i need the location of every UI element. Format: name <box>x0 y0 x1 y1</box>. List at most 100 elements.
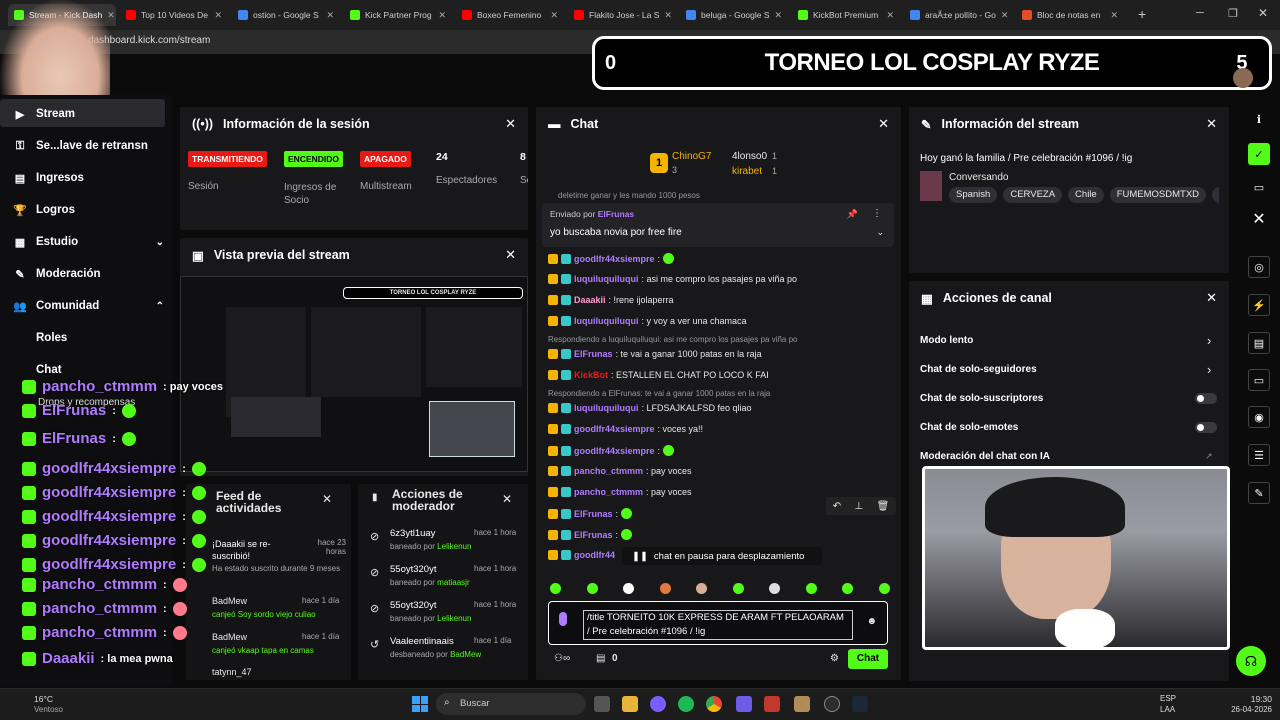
channel-action-label[interactable]: Chat de solo-suscriptores <box>920 393 1043 404</box>
chat-username[interactable]: goodlfr44 <box>574 550 615 560</box>
chat-message[interactable]: goodlfr44xsiempre: <box>548 253 675 264</box>
mod-target-user[interactable]: Vaaleentiinaais <box>390 636 454 647</box>
toggle-switch[interactable] <box>1195 422 1217 433</box>
close-icon[interactable]: ✕ <box>326 10 334 21</box>
sidebar-item-item-8[interactable]: Chat <box>36 360 186 380</box>
emote-icon[interactable] <box>769 583 781 594</box>
tag-chip[interactable]: CERVEZA <box>1003 187 1063 203</box>
close-window-button[interactable]: ✕ <box>1258 6 1268 20</box>
chat-username[interactable]: ElFrunas <box>574 509 613 519</box>
delete-icon[interactable]: 🗑 <box>877 501 890 512</box>
browser-tab[interactable]: KickBot Premium ✕ <box>792 4 900 26</box>
taskbar-search[interactable]: ⌕ Buscar <box>436 693 586 715</box>
chat-message[interactable]: pancho_ctmmm: pay voces <box>548 466 692 476</box>
info-icon[interactable]: ℹ <box>1248 108 1270 130</box>
mod-target-user[interactable]: 55oyt320yt <box>390 564 436 575</box>
channel-action-label[interactable]: Modo lento <box>920 335 973 346</box>
maximize-button[interactable]: ❐ <box>1228 7 1238 20</box>
chat-message[interactable]: ElFrunas: te vai a ganar 1000 patas en l… <box>548 349 762 359</box>
close-icon[interactable]: ✕ <box>664 10 672 21</box>
sidebar-item-studio[interactable]: ▦ Estudio ⌄ <box>14 232 164 252</box>
mod-target-user[interactable]: 55oyt320yt <box>390 600 436 611</box>
emote-icon[interactable] <box>878 583 890 594</box>
mod-action-by[interactable]: BadMew <box>450 650 481 659</box>
browser-tab[interactable]: Top 10 Videos De ✕ <box>120 4 228 26</box>
chat-message[interactable]: ElFrunas: <box>548 508 633 519</box>
language-indicator[interactable]: ESP <box>1160 694 1176 703</box>
chevron-right-icon[interactable]: › <box>1207 333 1211 348</box>
pin-icon[interactable]: ⊥ <box>854 501 863 512</box>
obs-icon[interactable] <box>824 696 840 712</box>
chevron-right-icon[interactable]: › <box>1207 362 1211 377</box>
external-link-icon[interactable]: ↗ <box>1205 451 1213 462</box>
close-icon[interactable]: ✕ <box>1206 290 1217 306</box>
chat-username[interactable]: KickBot <box>574 370 608 380</box>
mod-action-by[interactable]: Lelikenun <box>437 542 471 551</box>
close-icon[interactable]: ✕ <box>878 116 889 132</box>
app-icon[interactable] <box>736 696 752 712</box>
chat-username[interactable]: goodlfr44xsiempre <box>574 446 655 456</box>
sidebar-item-item-7[interactable]: Roles <box>36 328 186 348</box>
tag-chip[interactable]: Spanish <box>949 187 998 203</box>
tag-chip[interactable]: FUMEMOSDMTXD <box>1109 187 1207 203</box>
chat-username[interactable]: pancho_ctmmm <box>574 466 643 476</box>
chat-input-text[interactable]: /title TORNEITO 10K EXPRESS DE ARAM FT P… <box>583 610 853 640</box>
sidebar-item-trophy[interactable]: 🏆 Logros <box>13 200 164 220</box>
sidebar-item-stream[interactable]: ▶ Stream <box>14 104 164 124</box>
chat-username[interactable]: luquiluquiluqui <box>574 316 638 326</box>
browser-tab[interactable]: ostion - Google S ✕ <box>232 4 340 26</box>
chevron-icon[interactable]: ⌄ <box>156 237 164 248</box>
browser-tab[interactable]: Bloc de notas en ✕ <box>1016 4 1124 26</box>
browser-tab[interactable]: Boxeo Femenino ✕ <box>456 4 564 26</box>
headset-icon[interactable]: ☊ <box>1236 646 1266 676</box>
chat-message[interactable]: ElFrunas: <box>548 529 633 540</box>
chat-username[interactable]: Daaakii <box>574 295 606 305</box>
spotify-icon[interactable] <box>678 696 694 712</box>
more-icon[interactable]: ⋮ <box>872 208 882 219</box>
chat-username[interactable]: luquiluquiluqui <box>574 403 638 413</box>
emote-icon[interactable] <box>659 583 671 594</box>
close-icon[interactable]: ✕ <box>1001 10 1009 21</box>
clock-time[interactable]: 19:30 <box>1212 694 1272 704</box>
chat-message[interactable]: goodlfr44 <box>548 550 618 560</box>
chrome-icon[interactable] <box>706 696 722 712</box>
close-icon[interactable]: ✕ <box>886 10 894 21</box>
emote-icon[interactable] <box>732 583 744 594</box>
mod-action-by[interactable]: matiaasjr <box>437 578 469 587</box>
close-icon[interactable]: ✕ <box>505 116 516 132</box>
close-icon[interactable]: ✕ <box>775 10 783 21</box>
chat-message[interactable]: Daaakii: !rene ijolaperra <box>548 295 674 305</box>
toggle-switch[interactable] <box>1195 393 1217 404</box>
close-icon[interactable]: ✕ <box>505 247 516 263</box>
browser-tab[interactable]: araÃ±e pollito - Go ✕ <box>904 4 1012 26</box>
chat-paused-banner[interactable]: ❚❚ chat en pausa para desplazamiento <box>622 547 822 565</box>
channel-action-label[interactable]: Chat de solo-seguidores <box>920 364 1037 375</box>
chat-message[interactable]: pancho_ctmmm: pay voces <box>548 487 692 497</box>
chat-message[interactable]: goodlfr44xsiempre: <box>548 445 675 456</box>
list-icon[interactable]: ☰ <box>1248 444 1270 466</box>
close-icon[interactable]: ✕ <box>550 10 558 21</box>
sidebar-item-community[interactable]: 👥 Comunidad ⌃ <box>13 296 164 316</box>
emote-icon[interactable] <box>550 583 561 594</box>
layout-icon[interactable]: ▭ <box>1248 176 1270 198</box>
sidebar-item-money[interactable]: ▤ Ingresos <box>14 168 164 188</box>
chevron-down-icon[interactable]: ⌄ <box>876 227 884 238</box>
chat-message[interactable]: luquiluquiluqui: LFDSAJKALFSD feo qliao <box>548 403 752 413</box>
app-icon[interactable] <box>794 696 810 712</box>
chat-username[interactable]: goodlfr44xsiempre <box>574 254 655 264</box>
camera-icon[interactable]: ◎ <box>1248 256 1270 278</box>
emote-icon[interactable] <box>842 583 854 594</box>
close-icon[interactable]: ✕ <box>1248 208 1270 230</box>
emote-icon[interactable] <box>805 583 817 594</box>
chat-username[interactable]: goodlfr44xsiempre <box>574 424 655 434</box>
emote-icon[interactable] <box>623 583 635 594</box>
browser-tab[interactable]: Kick Partner Prog ✕ <box>344 4 452 26</box>
clock-date[interactable]: 26-04-2026 <box>1212 705 1272 714</box>
chat-message[interactable]: luquiluquiluqui: asi me compro los pasaj… <box>548 274 797 284</box>
mic-icon[interactable] <box>559 612 567 626</box>
chat-username[interactable]: ElFrunas <box>574 530 613 540</box>
settings-gear-icon[interactable]: ⚙ <box>830 653 839 664</box>
chat-message[interactable]: luquiluquiluqui: y voy a ver una chamaca <box>548 316 747 326</box>
app-icon[interactable] <box>764 696 780 712</box>
chat-bubble-icon[interactable]: ▭ <box>1248 369 1270 391</box>
